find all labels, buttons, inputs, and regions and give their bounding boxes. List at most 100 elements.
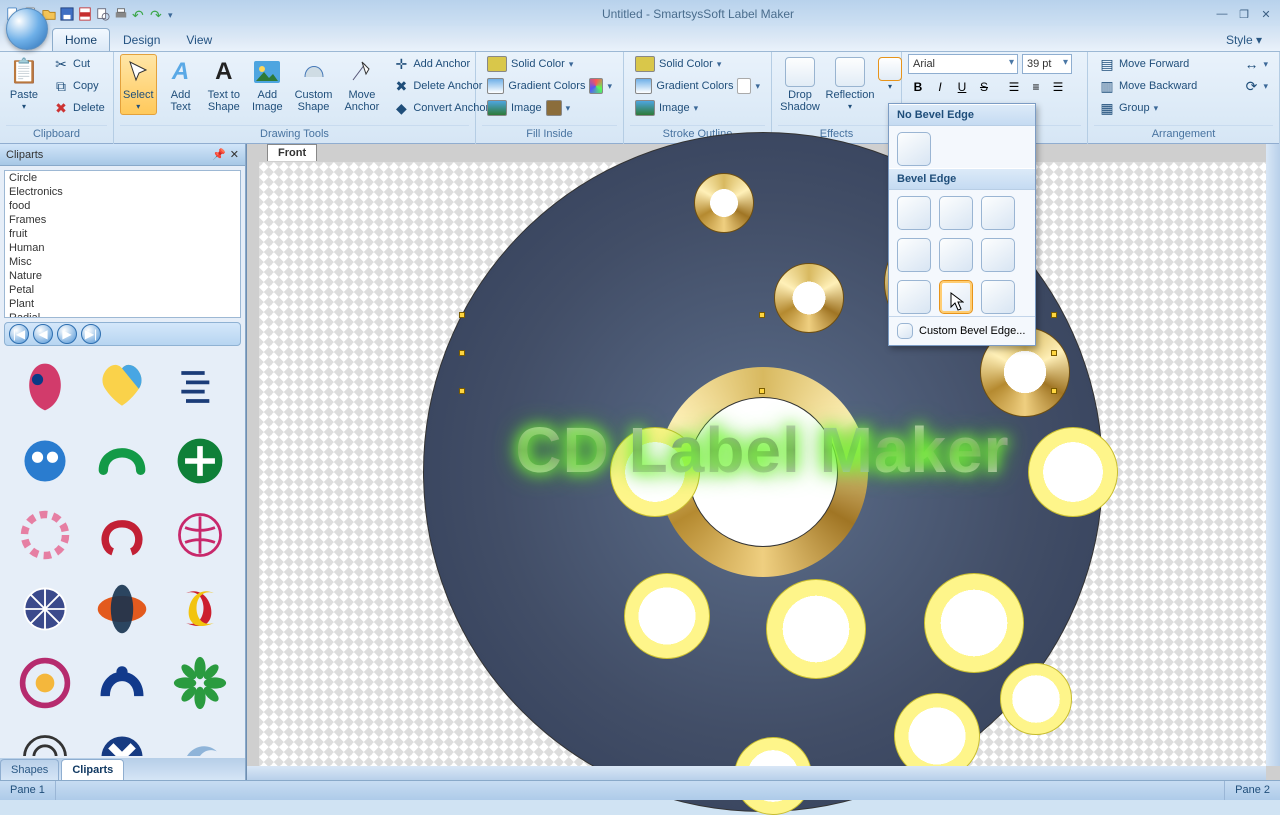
fill-image-button[interactable]: Image — [482, 98, 617, 118]
add-image-icon — [252, 57, 282, 87]
clipart-item[interactable] — [86, 648, 160, 718]
nav-next-button[interactable]: ▶ — [57, 324, 77, 344]
italic-button[interactable]: I — [930, 78, 950, 96]
tab-home[interactable]: Home — [52, 28, 110, 51]
fill-gradient-button[interactable]: Gradient Colors — [482, 76, 617, 96]
fill-solid-button[interactable]: Solid Color — [482, 54, 617, 74]
shapes-tab[interactable]: Shapes — [0, 759, 59, 780]
fill-solid-swatch-icon — [487, 56, 507, 72]
cut-button[interactable]: ✂ Cut — [48, 54, 110, 74]
tab-design[interactable]: Design — [110, 28, 173, 51]
bevel-none-option[interactable] — [897, 132, 931, 166]
bevel-option-6[interactable] — [981, 238, 1015, 272]
minimize-button[interactable]: — — [1214, 7, 1230, 21]
stroke-solid-button[interactable]: Solid Color — [630, 54, 765, 74]
nav-prev-button[interactable]: ◀ — [33, 324, 53, 344]
move-anchor-button[interactable]: Move Anchor — [341, 54, 382, 116]
qat-pdf-icon[interactable] — [78, 7, 92, 21]
bevel-option-2[interactable] — [939, 196, 973, 230]
clipart-item[interactable] — [86, 352, 160, 422]
text-to-shape-button[interactable]: A Text to Shape — [205, 54, 243, 116]
bevel-option-4[interactable] — [897, 238, 931, 272]
copy-button[interactable]: ⧉ Copy — [48, 76, 110, 96]
canvas[interactable]: CD Label Maker — [259, 162, 1266, 766]
font-family-select[interactable]: Arial — [908, 54, 1018, 74]
qat-printpreview-icon[interactable] — [96, 7, 110, 21]
align-center-button[interactable]: ≡ — [1026, 78, 1046, 96]
clipart-item[interactable] — [86, 426, 160, 496]
bevel-option-5[interactable] — [939, 238, 973, 272]
clipart-item[interactable] — [8, 722, 82, 756]
drop-shadow-button[interactable]: Drop Shadow — [778, 54, 822, 116]
bevel-button[interactable]: ▾ — [878, 54, 902, 95]
clipart-item[interactable] — [8, 500, 82, 570]
align-tool-icon[interactable]: ↔ — [1243, 56, 1259, 72]
canvas-main-text[interactable]: CD Label Maker — [515, 413, 1009, 487]
custom-shape-button[interactable]: Custom Shape — [292, 54, 336, 116]
bevel-option-7[interactable] — [897, 280, 931, 314]
strike-button[interactable]: S — [974, 78, 994, 96]
delete-button[interactable]: ✖ Delete — [48, 98, 110, 118]
stroke-image-button[interactable]: Image — [630, 98, 765, 118]
move-forward-button[interactable]: ▤ Move Forward ↔ — [1094, 54, 1273, 74]
clipart-item[interactable] — [86, 500, 160, 570]
paste-icon: 📋 — [9, 57, 39, 87]
qat-redo-icon[interactable]: ↷ — [150, 7, 164, 21]
font-size-select[interactable]: 39 pt — [1022, 54, 1072, 74]
close-button[interactable]: ✕ — [1258, 7, 1274, 21]
canvas-hscrollbar[interactable] — [247, 766, 1266, 780]
align-left-button[interactable]: ☰ — [1004, 78, 1024, 96]
fill-image-sample-icon — [546, 100, 562, 116]
bevel-custom-button[interactable]: Custom Bevel Edge... — [889, 316, 1035, 345]
clipart-item[interactable] — [8, 352, 82, 422]
add-text-button[interactable]: A Add Text — [163, 54, 199, 116]
select-button[interactable]: Select ▾ — [120, 54, 157, 115]
cliparts-tab[interactable]: Cliparts — [61, 759, 124, 780]
category-list[interactable]: Circle Electronics food Frames fruit Hum… — [4, 170, 241, 318]
clipart-grid — [4, 348, 241, 756]
clipart-item[interactable] — [8, 426, 82, 496]
qat-undo-icon[interactable]: ↶ — [132, 7, 146, 21]
clipart-item[interactable] — [163, 722, 237, 756]
paste-button[interactable]: 📋 Paste ▾ — [6, 54, 42, 115]
group-button[interactable]: ▦ Group — [1094, 98, 1273, 118]
clipart-item[interactable] — [86, 722, 160, 756]
qat-more-icon[interactable] — [168, 7, 182, 21]
nav-last-button[interactable]: ▶| — [81, 324, 101, 344]
nav-first-button[interactable]: |◀ — [9, 324, 29, 344]
canvas-vscrollbar[interactable] — [1266, 144, 1280, 766]
reflection-button[interactable]: Reflection ▾ — [828, 54, 872, 115]
tab-view[interactable]: View — [173, 28, 225, 51]
clipart-item[interactable] — [163, 500, 237, 570]
clipart-item[interactable] — [86, 574, 160, 644]
underline-button[interactable]: U — [952, 78, 972, 96]
stroke-gradient-button[interactable]: Gradient Colors — [630, 76, 765, 96]
rotate-tool-icon[interactable]: ⟳ — [1243, 78, 1259, 94]
group-icon: ▦ — [1099, 100, 1115, 116]
bevel-option-1[interactable] — [897, 196, 931, 230]
copy-icon: ⧉ — [53, 78, 69, 94]
clipart-item[interactable] — [163, 648, 237, 718]
bevel-option-9[interactable] — [981, 280, 1015, 314]
qat-save-icon[interactable] — [60, 7, 74, 21]
move-backward-button[interactable]: ▥ Move Backward ⟳ — [1094, 76, 1273, 96]
qat-print-icon[interactable] — [114, 7, 128, 21]
panel-close-button[interactable]: ✕ — [230, 148, 239, 161]
clipart-item[interactable] — [163, 426, 237, 496]
add-image-button[interactable]: Add Image — [249, 54, 286, 116]
add-text-icon: A — [166, 57, 196, 87]
align-right-button[interactable]: ☰ — [1048, 78, 1068, 96]
style-menu[interactable]: Style ▾ — [1216, 29, 1272, 51]
restore-button[interactable]: ❐ — [1236, 7, 1252, 21]
bevel-no-header: No Bevel Edge — [889, 104, 1035, 126]
clipart-item[interactable] — [8, 574, 82, 644]
panel-pin-button[interactable]: 📌 — [212, 148, 226, 161]
drop-shadow-icon — [785, 57, 815, 87]
bevel-option-3[interactable] — [981, 196, 1015, 230]
clipart-item[interactable] — [163, 352, 237, 422]
canvas-front-tab[interactable]: Front — [267, 144, 317, 161]
app-orb-button[interactable] — [6, 8, 48, 50]
bold-button[interactable]: B — [908, 78, 928, 96]
clipart-item[interactable] — [163, 574, 237, 644]
clipart-item[interactable] — [8, 648, 82, 718]
